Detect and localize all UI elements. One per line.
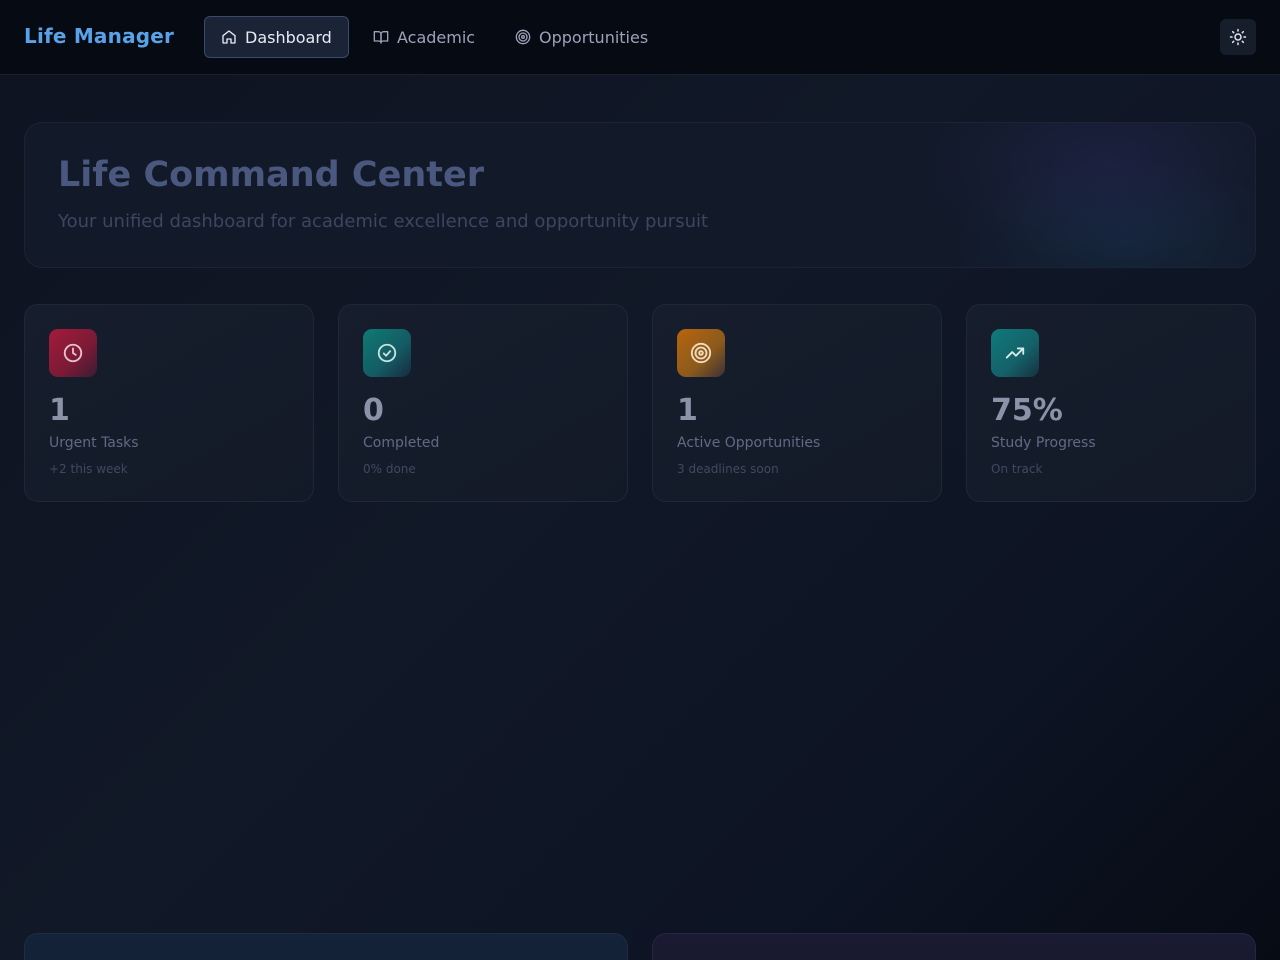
hero-banner: Life Command Center Your unified dashboa… [24,122,1256,268]
nav-dashboard[interactable]: Dashboard [204,16,349,58]
top-navigation-bar: Life Manager Dashboard Academic Opportun… [0,0,1280,75]
completed-icon-box [363,329,411,377]
stat-value: 75% [991,393,1063,428]
bottom-panel-right [652,933,1256,960]
nav-opportunities-label: Opportunities [539,27,649,47]
home-icon [222,30,236,44]
sun-icon [1229,28,1247,46]
nav-academic-label: Academic [397,27,476,47]
urgent-tasks-icon-box [49,329,97,377]
stat-value: 0 [363,393,384,428]
nav-academic[interactable]: Academic [357,16,491,58]
book-open-icon [373,31,389,44]
stat-note: On track [991,462,1043,476]
app-title[interactable]: Life Manager [24,24,174,48]
target-icon [690,342,712,364]
nav-dashboard-label: Dashboard [245,27,332,47]
check-circle-icon [377,343,397,363]
opportunities-icon-box [677,329,725,377]
stat-note: 3 deadlines soon [677,462,779,476]
hero-subtitle: Your unified dashboard for academic exce… [58,211,709,232]
stat-note: 0% done [363,462,416,476]
theme-toggle-button[interactable] [1220,19,1256,55]
stat-label: Active Opportunities [677,435,821,451]
stat-card-urgent-tasks[interactable]: 1 Urgent Tasks +2 this week [24,304,314,502]
stat-note: +2 this week [49,462,128,476]
target-icon [515,29,531,45]
stat-value: 1 [49,393,70,428]
stat-label: Study Progress [991,435,1096,451]
stat-value: 1 [677,393,698,428]
stat-card-completed[interactable]: 0 Completed 0% done [338,304,628,502]
stat-card-study-progress[interactable]: 75% Study Progress On track [966,304,1256,502]
trending-up-icon [1005,347,1025,359]
study-progress-icon-box [991,329,1039,377]
stat-label: Completed [363,435,440,451]
hero-title: Life Command Center [58,155,484,195]
clock-icon [63,343,83,363]
nav-opportunities[interactable]: Opportunities [499,16,664,58]
stat-card-active-opportunities[interactable]: 1 Active Opportunities 3 deadlines soon [652,304,942,502]
stat-label: Urgent Tasks [49,435,139,451]
bottom-panel-left [24,933,628,960]
